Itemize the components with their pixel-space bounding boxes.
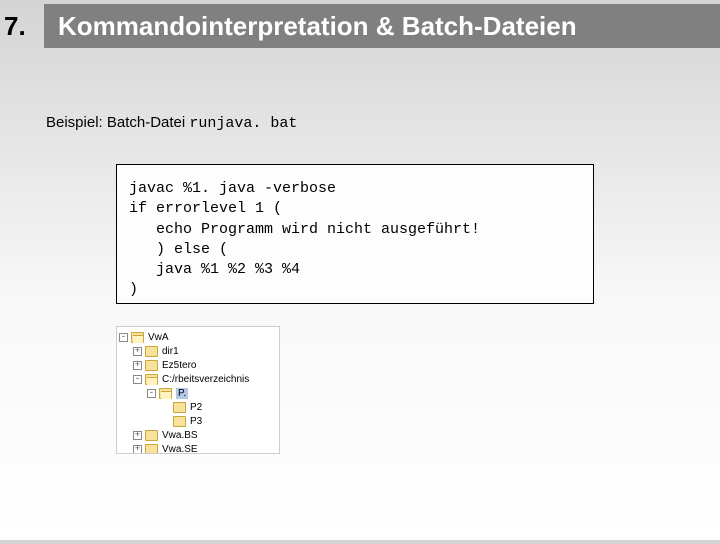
- tree-row: - P.: [119, 386, 277, 400]
- section-number: 7.: [0, 11, 44, 42]
- example-caption: Beispiel: Batch-Datei runjava. bat: [46, 114, 297, 132]
- folder-tree: - VwA + dir1 + Ez5tero - C:/rbeitsverzei…: [116, 326, 280, 454]
- tree-row: P3: [119, 414, 277, 428]
- folder-icon: [173, 402, 186, 413]
- tree-row: P2: [119, 400, 277, 414]
- tree-label: Vwa.SE: [162, 444, 198, 455]
- collapse-icon: -: [147, 389, 156, 398]
- tree-row: + Vwa.BS: [119, 428, 277, 442]
- expand-icon: +: [133, 445, 142, 454]
- code-line: ): [129, 281, 138, 298]
- tree-row: - VwA: [119, 330, 277, 344]
- expand-icon: +: [133, 347, 142, 356]
- folder-icon: [131, 332, 144, 343]
- expand-icon: +: [133, 361, 142, 370]
- example-label: Beispiel: Batch-Datei: [46, 114, 189, 131]
- tree-label: VwA: [148, 332, 169, 343]
- code-line: ) else (: [129, 241, 228, 258]
- folder-icon: [145, 374, 158, 385]
- section-title: Kommandointerpretation & Batch-Dateien: [44, 4, 720, 48]
- tree-row: + Vwa.SE: [119, 442, 277, 454]
- tree-row: - C:/rbeitsverzeichnis: [119, 372, 277, 386]
- tree-label: Ez5tero: [162, 360, 196, 371]
- code-line: if errorlevel 1 (: [129, 200, 282, 217]
- tree-label: C:/rbeitsverzeichnis: [162, 374, 249, 385]
- code-block: javac %1. java -verbose if errorlevel 1 …: [116, 164, 594, 304]
- tree-label: P2: [190, 402, 202, 413]
- expand-icon: +: [133, 431, 142, 440]
- folder-icon: [159, 388, 172, 399]
- code-line: echo Programm wird nicht ausgeführt!: [129, 221, 480, 238]
- tree-spacer: [161, 403, 170, 412]
- folder-icon: [173, 416, 186, 427]
- collapse-icon: -: [133, 375, 142, 384]
- tree-label: dir1: [162, 346, 179, 357]
- tree-label: P3: [190, 416, 202, 427]
- tree-spacer: [161, 417, 170, 426]
- folder-icon: [145, 360, 158, 371]
- tree-row: + dir1: [119, 344, 277, 358]
- folder-icon: [145, 430, 158, 441]
- folder-icon: [145, 444, 158, 455]
- tree-label: Vwa.BS: [162, 430, 198, 441]
- code-line: javac %1. java -verbose: [129, 180, 336, 197]
- tree-row: + Ez5tero: [119, 358, 277, 372]
- tree-label-selected: P.: [176, 388, 188, 399]
- code-line: java %1 %2 %3 %4: [129, 261, 300, 278]
- example-filename: runjava. bat: [189, 115, 297, 132]
- slide-header: 7. Kommandointerpretation & Batch-Dateie…: [0, 4, 720, 48]
- folder-icon: [145, 346, 158, 357]
- collapse-icon: -: [119, 333, 128, 342]
